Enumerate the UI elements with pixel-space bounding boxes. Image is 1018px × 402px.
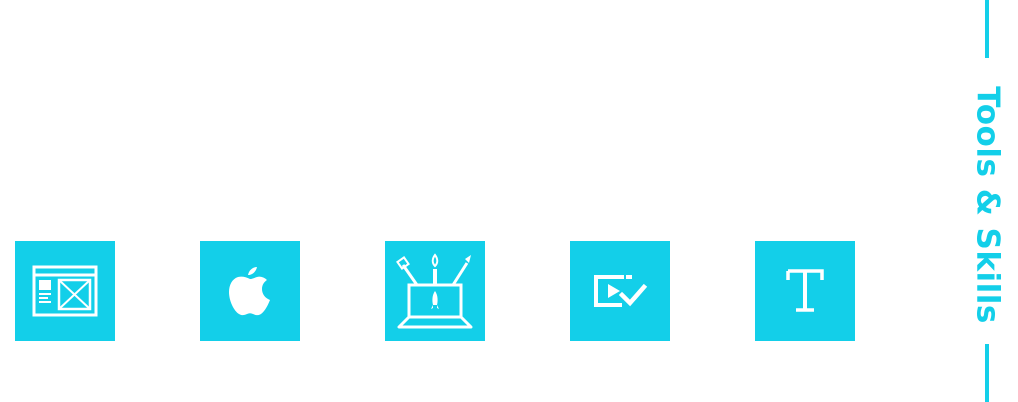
divider-line-bottom	[985, 344, 989, 402]
tool-tile-apple[interactable]	[200, 241, 300, 341]
tool-tile-design-tools[interactable]	[385, 241, 485, 341]
video-check-icon	[594, 275, 648, 307]
tool-tile-typography[interactable]	[755, 241, 855, 341]
tool-tile-wireframe[interactable]	[15, 241, 115, 341]
apple-icon	[229, 267, 270, 316]
divider-line-top	[985, 0, 989, 58]
typography-icon	[786, 269, 824, 312]
section-title: Tools & Skills	[969, 86, 1006, 324]
laptop-design-tools-icon	[396, 253, 473, 329]
tool-tile-video[interactable]	[570, 241, 670, 341]
wireframe-icon	[32, 265, 98, 317]
tools-grid	[15, 241, 855, 341]
